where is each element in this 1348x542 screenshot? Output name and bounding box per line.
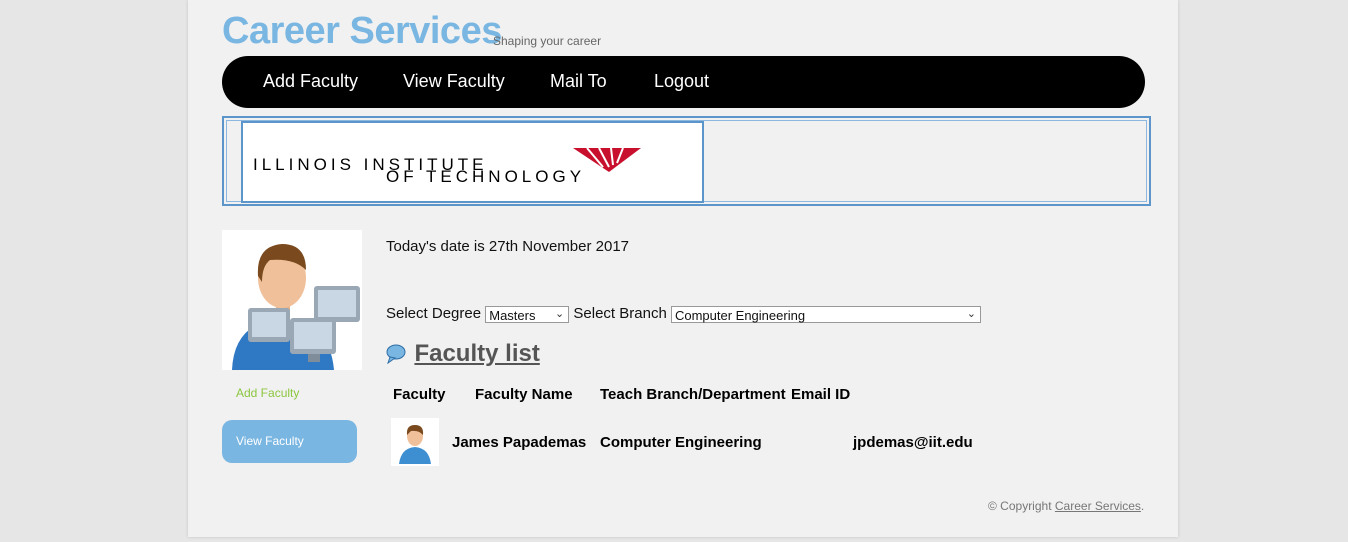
main-nav: Add Faculty View Faculty Mail To Logout [222, 56, 1145, 108]
chevron-down-icon: ⌄ [966, 307, 976, 320]
page-container: Career Services Shaping your career Add … [188, 0, 1178, 537]
nav-add-faculty[interactable]: Add Faculty [263, 71, 358, 92]
admin-user-icon [232, 244, 360, 370]
degree-select[interactable]: Masters ⌄ [485, 305, 570, 323]
site-tagline: Shaping your career [493, 34, 602, 48]
copyright-text: © Copyright [988, 499, 1052, 513]
nav-view-faculty[interactable]: View Faculty [403, 71, 505, 92]
person-icon [399, 425, 431, 464]
branch-select-value: Computer Engineering [674, 307, 806, 323]
faculty-email-cell: jpdemas@iit.edu [853, 434, 973, 451]
faculty-avatar [391, 418, 439, 466]
degree-label: Select Degree [386, 305, 482, 322]
filter-row: Select Degree Masters ⌄ Select Branch Co… [386, 305, 981, 323]
user-avatar [222, 230, 362, 370]
column-header-faculty: Faculty [393, 386, 446, 403]
sidebar-view-faculty-button[interactable]: View Faculty [222, 420, 357, 463]
column-header-faculty-name: Faculty Name [475, 386, 573, 403]
logo-text-line2: OF TECHNOLOGY [386, 167, 586, 186]
chevron-down-icon: ⌄ [555, 307, 565, 320]
column-header-email: Email ID [791, 386, 851, 403]
footer-suffix: . [1140, 499, 1145, 513]
faculty-list-title: Faculty list [414, 340, 540, 367]
speech-bubble-icon [386, 344, 406, 365]
faculty-name-cell: James Papademas [452, 434, 587, 451]
branch-label: Select Branch [573, 305, 667, 322]
column-header-teach-branch: Teach Branch/Department [600, 386, 786, 403]
branch-select[interactable]: Computer Engineering ⌄ [670, 305, 981, 323]
footer-career-services-link[interactable]: Career Services [1055, 499, 1141, 513]
degree-select-value: Masters [489, 307, 536, 323]
nav-logout[interactable]: Logout [654, 71, 709, 92]
institution-logo: ILLINOIS INSTITUTE OF TECHNOLOGY [241, 121, 704, 203]
sidebar-add-faculty-link[interactable]: Add Faculty [236, 386, 299, 400]
current-date-text: Today's date is 27th November 2017 [386, 238, 630, 255]
nav-mail-to[interactable]: Mail To [550, 71, 607, 92]
faculty-branch-cell: Computer Engineering [600, 434, 762, 451]
faculty-list-heading: Faculty list [386, 340, 540, 368]
site-title: Career Services [222, 10, 502, 52]
footer: © Copyright Career Services. [988, 499, 1144, 513]
banner: ILLINOIS INSTITUTE OF TECHNOLOGY [222, 116, 1151, 206]
